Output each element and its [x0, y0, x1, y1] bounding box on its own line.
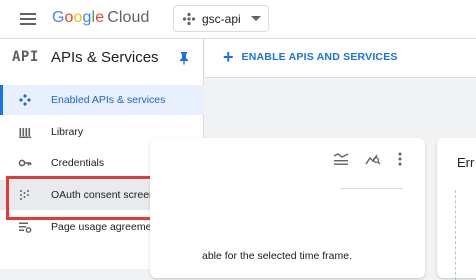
errors-card: Err — [437, 138, 476, 280]
logo-product: Cloud — [107, 9, 150, 26]
sidebar-item-label: Enabled APIs & services — [51, 94, 166, 106]
library-icon — [19, 128, 31, 138]
chevron-down-icon — [250, 16, 261, 21]
project-dots-icon — [182, 12, 196, 25]
api-badge: API — [12, 49, 39, 65]
card-toolbar — [333, 152, 403, 166]
no-data-message: able for the selected time frame. — [202, 250, 352, 262]
top-bar: Google Cloud gsc-api — [0, 0, 476, 39]
sidebar-item-label: Page usage agreements — [51, 221, 166, 233]
google-cloud-logo[interactable]: Google Cloud — [52, 9, 150, 27]
traffic-card: able for the selected time frame. — [150, 138, 425, 278]
action-bar: + ENABLE APIS AND SERVICES — [205, 39, 476, 78]
plus-icon: + — [223, 47, 234, 67]
logo-letter: o — [64, 9, 74, 26]
sidebar-item-label: Library — [51, 126, 84, 138]
more-vert-icon[interactable] — [397, 152, 403, 166]
settings-list-icon — [19, 222, 32, 233]
key-icon — [18, 159, 32, 167]
project-name: gsc-api — [202, 11, 241, 26]
sidebar-header: API APIs & Services — [0, 39, 204, 77]
explore-chart-icon[interactable] — [365, 152, 381, 166]
diamond-dots-icon — [19, 94, 31, 106]
menu-icon[interactable] — [20, 13, 36, 25]
logo-letter: e — [95, 9, 105, 26]
card-divider — [340, 188, 403, 189]
enable-apis-label: ENABLE APIS AND SERVICES — [241, 51, 398, 63]
logo-letter: G — [52, 9, 65, 26]
logo-letter: o — [73, 9, 83, 26]
sidebar-item-label: Credentials — [51, 157, 105, 169]
errors-card-title: Err — [457, 155, 475, 170]
logo-letter: g — [82, 9, 92, 26]
sidebar-item-enabled-apis[interactable]: Enabled APIs & services — [0, 85, 204, 115]
project-selector[interactable]: gsc-api — [173, 5, 269, 32]
pin-icon[interactable] — [178, 51, 190, 65]
legend-icon[interactable] — [333, 152, 349, 166]
sidebar-title: APIs & Services — [51, 49, 159, 66]
enable-apis-button[interactable]: + ENABLE APIS AND SERVICES — [223, 47, 398, 67]
card-gridline — [455, 190, 457, 280]
